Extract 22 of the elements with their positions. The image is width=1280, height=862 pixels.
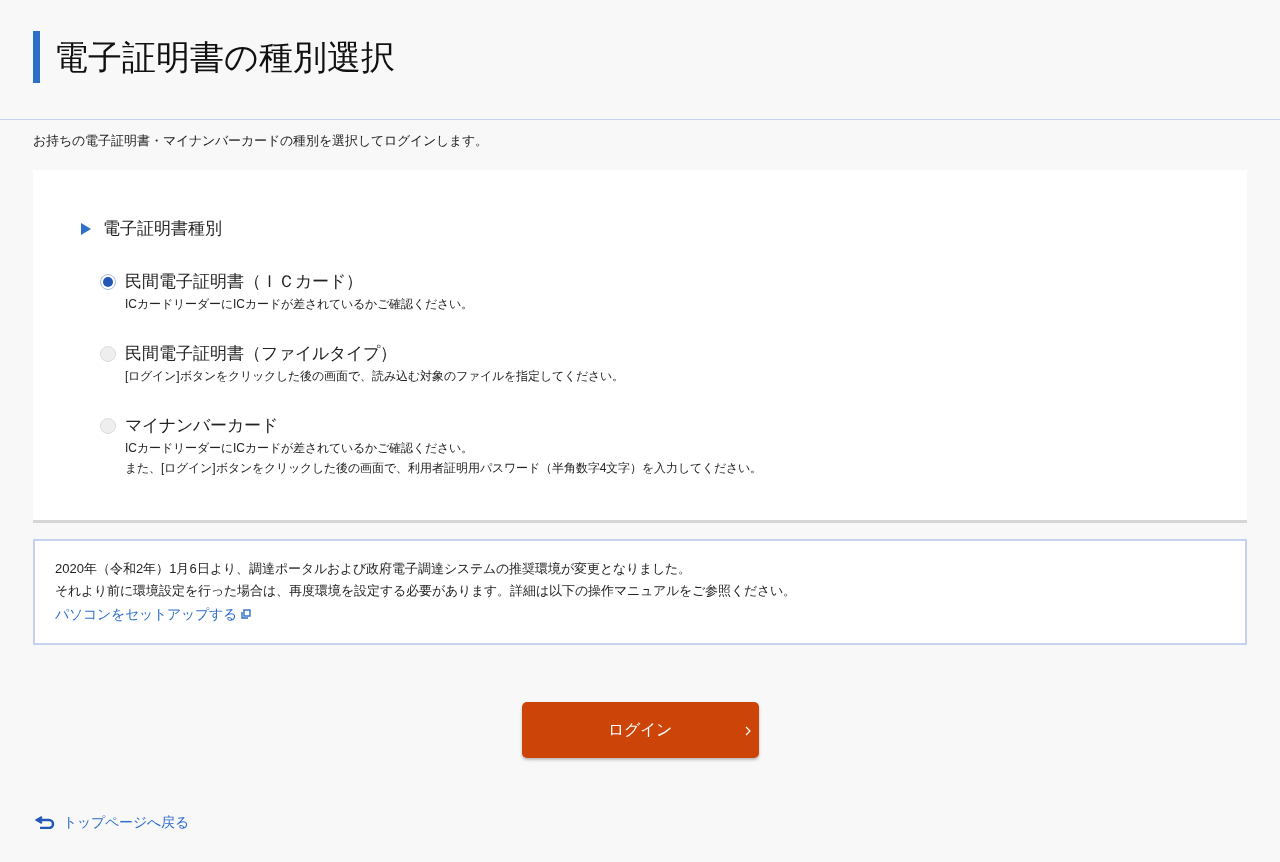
page-title: 電子証明書の種別選択	[33, 31, 1247, 83]
chevron-right-icon	[744, 725, 751, 736]
option-note: [ログイン]ボタンをクリックした後の画面で、読み込む対象のファイルを指定してください。	[125, 367, 624, 385]
radio-button[interactable]	[100, 345, 116, 362]
option-label[interactable]: マイナンバーカード	[125, 413, 763, 438]
option-note: ICカードリーダーにICカードが差されているかご確認ください。	[125, 295, 473, 313]
triangle-icon	[81, 222, 91, 235]
external-window-icon	[241, 608, 251, 619]
notice-text: それより前に環境設定を行った場合は、再度環境を設定する必要があります。詳細は以下の操作マニュアルをご参照ください。	[55, 581, 797, 600]
return-arrow-icon	[35, 815, 55, 829]
option-note: ICカードリーダーにICカードが差されているかご確認ください。	[125, 439, 474, 457]
option-label[interactable]: 民間電子証明書（ＩＣカード）	[125, 269, 473, 294]
login-button[interactable]: ログイン	[521, 701, 759, 758]
setup-link[interactable]: パソコンをセットアップする	[55, 602, 251, 625]
radio-button[interactable]	[100, 417, 116, 434]
option-label[interactable]: 民間電子証明書（ファイルタイプ）	[125, 341, 624, 366]
option-note: また、[ログイン]ボタンをクリックした後の画面で、利用者証明用パスワード（半角数字4文字）を入力してください。	[125, 459, 763, 477]
section-heading: 電子証明書種別	[103, 218, 222, 240]
notice-text: 2020年（令和2年）1月6日より、調達ポータルおよび政府電子調達システムの推奨環境が変更となりました。	[55, 559, 692, 578]
intro-text: お持ちの電子証明書・マイナンバーカードの種別を選択してログインします。	[32, 132, 489, 150]
back-link[interactable]: トップページへ戻る	[35, 811, 189, 833]
radio-button[interactable]	[100, 273, 116, 290]
